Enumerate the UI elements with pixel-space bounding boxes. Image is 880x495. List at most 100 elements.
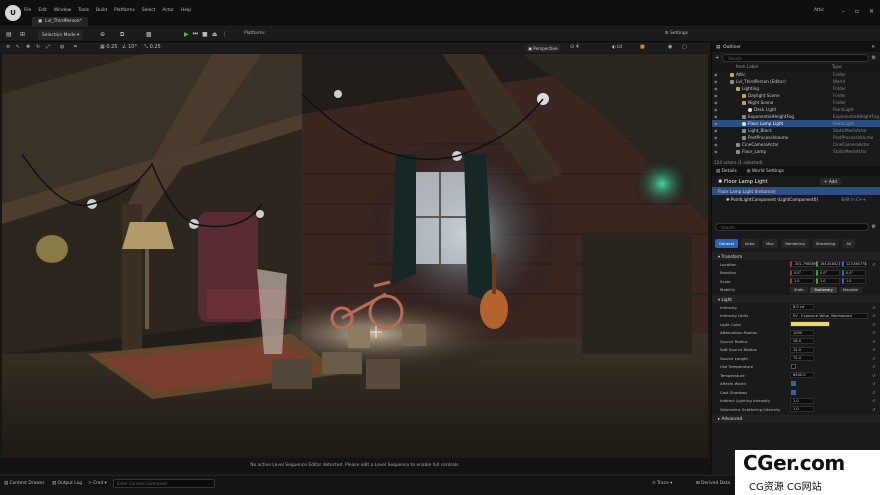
details-search-input[interactable]: Search bbox=[715, 223, 869, 231]
mobility-static-button[interactable]: Static bbox=[790, 286, 809, 293]
tab-world-settings[interactable]: ◍ World Settings bbox=[747, 169, 784, 174]
scale-x-field[interactable]: 1.0 bbox=[790, 278, 814, 285]
level-viewport[interactable] bbox=[2, 54, 708, 458]
menu-window[interactable]: Window bbox=[54, 8, 71, 13]
reset-icon[interactable]: ↺ bbox=[872, 305, 875, 310]
level-tab[interactable]: ▣ Lvl_ThirdPerson* bbox=[32, 17, 88, 26]
light-color-swatch[interactable] bbox=[790, 321, 830, 328]
reset-icon[interactable]: ↺ bbox=[872, 356, 875, 361]
rotation-y-field[interactable]: 0.0° bbox=[816, 269, 840, 276]
cinematics-icon[interactable]: ▩ bbox=[146, 31, 152, 38]
show-flags-icon[interactable]: ◉ bbox=[668, 44, 672, 50]
settings-button[interactable]: ⚙ Settings bbox=[665, 31, 688, 36]
maximize-viewport-icon[interactable]: ▢ bbox=[682, 44, 687, 50]
derived-data-button[interactable]: ⊞ Derived Data bbox=[696, 481, 730, 486]
property-checkbox[interactable] bbox=[791, 381, 796, 387]
property-value-field[interactable]: 1.0 bbox=[790, 397, 814, 404]
visibility-eye-icon[interactable]: ◉ bbox=[714, 135, 718, 140]
menu-actor[interactable]: Actor bbox=[162, 8, 174, 13]
mobility-movable-button[interactable]: Movable bbox=[838, 286, 862, 293]
selection-mode-dropdown[interactable]: Selection Mode ▾ bbox=[38, 30, 84, 40]
reset-icon[interactable]: ↺ bbox=[872, 347, 875, 352]
rotation-z-field[interactable]: 0.0° bbox=[842, 269, 866, 276]
select-tool-icon[interactable]: ↖ bbox=[16, 44, 20, 50]
mobility-stationary-button[interactable]: Stationary bbox=[810, 286, 837, 293]
minimize-icon[interactable]: – bbox=[842, 8, 845, 15]
content-icon[interactable]: ⊞ bbox=[20, 31, 25, 38]
tab-details[interactable]: ▤ Details bbox=[716, 169, 737, 174]
reset-icon[interactable]: ↺ bbox=[872, 330, 875, 335]
outliner-row[interactable]: ◉ ExponentialHeightFog ExponentialHeightFo… bbox=[712, 113, 880, 120]
menu-platforms[interactable]: Platforms bbox=[114, 8, 135, 13]
visibility-eye-icon[interactable]: ◉ bbox=[714, 79, 718, 84]
property-value-field[interactable]: 8.0 cd bbox=[790, 304, 814, 311]
filter-tab-rendering[interactable]: Rendering bbox=[781, 239, 809, 248]
transform-section[interactable]: ▾ Transform bbox=[712, 252, 880, 260]
filter-tab-streaming[interactable]: Streaming bbox=[811, 239, 840, 248]
output-log-button[interactable]: ▥ Output Log bbox=[52, 481, 82, 486]
menu-select[interactable]: Select bbox=[142, 8, 156, 13]
property-checkbox[interactable] bbox=[791, 364, 796, 370]
visibility-eye-icon[interactable]: ◉ bbox=[714, 86, 718, 91]
world-icon[interactable]: ◍ bbox=[60, 44, 64, 50]
camera-speed-icon[interactable]: ⊙ 4 bbox=[570, 44, 579, 50]
outliner-row[interactable]: ◉ Floor Lamp Light PointLight bbox=[712, 120, 880, 127]
actor-name[interactable]: Floor Lamp Light bbox=[724, 179, 768, 185]
reset-icon[interactable]: ↺ bbox=[872, 322, 875, 327]
reset-icon[interactable]: ↺ bbox=[872, 313, 875, 318]
filter-tab-all[interactable]: All bbox=[842, 239, 856, 248]
outliner-row[interactable]: ◉ Desk Light PointLight bbox=[712, 106, 880, 113]
scale-y-field[interactable]: 1.0 bbox=[816, 278, 840, 285]
outliner-search-input[interactable]: Search bbox=[722, 54, 869, 62]
scale-z-field[interactable]: 1.0 bbox=[842, 278, 866, 285]
reset-icon[interactable]: ↺ bbox=[872, 407, 875, 412]
visibility-eye-icon[interactable]: ◉ bbox=[714, 114, 718, 119]
outliner-row[interactable]: ◉ Lvl_ThirdPerson (Editor) World bbox=[712, 78, 880, 85]
outliner-row[interactable]: ◉ Floor_Lamp StaticMeshActor bbox=[712, 148, 880, 155]
outliner-row[interactable]: ◉ CineCameraActor CineCameraActor bbox=[712, 141, 880, 148]
item-label-header[interactable]: Item Label bbox=[736, 64, 758, 71]
visibility-eye-icon[interactable]: ◉ bbox=[714, 121, 718, 126]
type-header[interactable]: Type bbox=[832, 64, 842, 69]
menu-help[interactable]: Help bbox=[181, 8, 191, 13]
outliner-row[interactable]: ◉ Light_Block StaticMeshActor bbox=[712, 127, 880, 134]
save-icon[interactable]: ▤ bbox=[6, 31, 12, 38]
visibility-eye-icon[interactable]: ◉ bbox=[714, 128, 718, 133]
location-z-field[interactable]: 123.860778 bbox=[842, 261, 867, 268]
angle-snap-icon[interactable]: ∠ 10° bbox=[122, 44, 137, 50]
menu-file[interactable]: File bbox=[24, 8, 31, 13]
menu-tools[interactable]: Tools bbox=[78, 8, 89, 13]
property-value-field[interactable]: 15.0 bbox=[790, 346, 814, 353]
scale-tool-icon[interactable]: ⤢ bbox=[46, 44, 50, 50]
reset-icon[interactable]: ↺ bbox=[872, 398, 875, 403]
cmd-dropdown[interactable]: > Cmd ▾ bbox=[88, 481, 107, 486]
unreal-logo-icon[interactable]: U bbox=[5, 5, 21, 21]
visibility-eye-icon[interactable]: ◉ bbox=[714, 72, 718, 77]
blueprint-icon[interactable]: ⧉ bbox=[120, 31, 124, 39]
move-tool-icon[interactable]: ✥ bbox=[26, 44, 30, 50]
edit-in-cpp-link[interactable]: Edit in C++ bbox=[841, 197, 866, 202]
eject-icon[interactable]: ⏏ bbox=[212, 31, 218, 38]
outliner-tab[interactable]: ▤ Outliner ✕ bbox=[712, 43, 880, 52]
component-row[interactable]: ✺ PointLightComponent (LightComponent0) … bbox=[712, 195, 880, 203]
add-actor-icon[interactable]: ⊕ bbox=[100, 31, 105, 38]
platforms-button[interactable]: Platforms bbox=[244, 31, 265, 36]
location-x-field[interactable]: -301.798049 bbox=[790, 261, 816, 268]
reset-icon[interactable]: ↺ bbox=[872, 364, 875, 369]
visibility-eye-icon[interactable]: ◉ bbox=[714, 93, 718, 98]
property-value-field[interactable]: EV - Exposure Value, Normalized bbox=[790, 312, 868, 319]
location-y-field[interactable]: 164.818027 bbox=[816, 261, 841, 268]
console-command-input[interactable]: Enter Console Command bbox=[113, 479, 215, 488]
filter-tab-actor[interactable]: Actor bbox=[740, 239, 759, 248]
property-value-field[interactable]: 6500.0 bbox=[790, 372, 814, 379]
outliner-row[interactable]: ◉ Night Scene Folder bbox=[712, 99, 880, 106]
filter-tab-general[interactable]: General bbox=[715, 239, 738, 248]
grid-snap-icon[interactable]: ▦ 0.25 bbox=[100, 44, 117, 50]
maximize-icon[interactable]: ▫ bbox=[855, 8, 859, 15]
play-options-icon[interactable]: ⋮ bbox=[221, 31, 227, 38]
perspective-dropdown[interactable]: ▣ Perspective bbox=[525, 44, 561, 52]
snap-icon[interactable]: ⌗ bbox=[74, 44, 77, 50]
add-component-button[interactable]: + Add bbox=[820, 178, 841, 185]
filter-tab-misc[interactable]: Misc bbox=[761, 239, 779, 248]
visibility-eye-icon[interactable]: ◉ bbox=[714, 100, 718, 105]
